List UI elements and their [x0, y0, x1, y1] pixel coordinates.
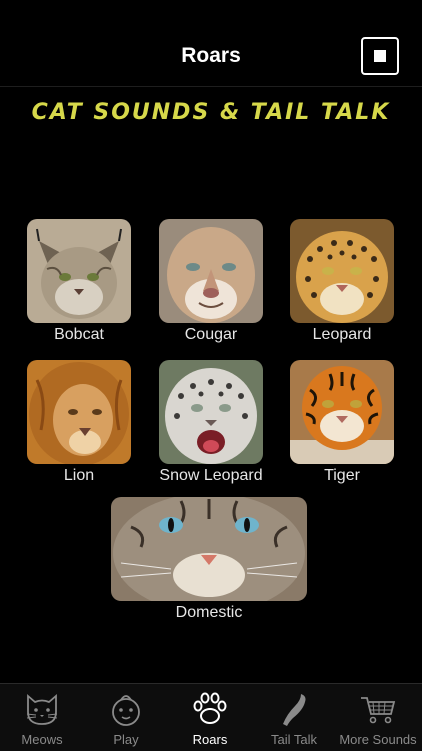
snow-leopard-photo	[159, 360, 263, 464]
tail-icon	[283, 694, 306, 726]
cat-tile-cougar[interactable]: Cougar	[159, 219, 263, 343]
page-title: Roars	[181, 44, 241, 67]
cat-tile-tiger[interactable]: Tiger	[290, 360, 394, 484]
lion-photo	[27, 360, 131, 464]
cat-face-icon	[26, 694, 58, 725]
cat-label: Domestic	[175, 604, 243, 621]
cat-tile-lion[interactable]: Lion	[27, 360, 131, 484]
tab-label: Meows	[21, 732, 63, 747]
cat-tile-snow-leopard[interactable]: Snow Leopard	[159, 360, 263, 484]
navigation-bar: Roars	[0, 0, 422, 87]
tiger-photo	[290, 360, 394, 464]
tab-label: Play	[113, 732, 139, 747]
cougar-photo	[159, 219, 263, 323]
cat-label: Tiger	[324, 467, 360, 484]
stop-icon	[374, 50, 386, 62]
cat-tile-leopard[interactable]: Leopard	[290, 219, 394, 343]
tab-bar: Meows Play Roars Tail Talk More Sounds	[0, 683, 422, 751]
bobcat-photo	[27, 219, 131, 323]
paw-icon	[193, 692, 227, 724]
cat-tile-domestic[interactable]: Domestic	[111, 497, 307, 621]
tab-roars[interactable]: Roars	[168, 684, 252, 751]
stop-button[interactable]	[361, 37, 399, 75]
leopard-photo	[290, 219, 394, 323]
tab-tail-talk[interactable]: Tail Talk	[252, 684, 336, 751]
domestic-photo	[111, 497, 307, 601]
cat-label: Leopard	[312, 326, 372, 343]
tab-label: Tail Talk	[270, 732, 317, 747]
tab-play[interactable]: Play	[84, 684, 168, 751]
tab-label: More Sounds	[339, 732, 417, 747]
shopping-cart-icon	[361, 697, 396, 724]
toy-icon	[112, 695, 140, 726]
tab-meows[interactable]: Meows	[0, 684, 84, 751]
tab-more-sounds[interactable]: More Sounds	[336, 684, 420, 751]
tab-label: Roars	[192, 732, 228, 747]
app-banner: Cat Sounds & Tail Talk	[31, 100, 391, 125]
cat-tile-bobcat[interactable]: Bobcat	[27, 219, 131, 343]
